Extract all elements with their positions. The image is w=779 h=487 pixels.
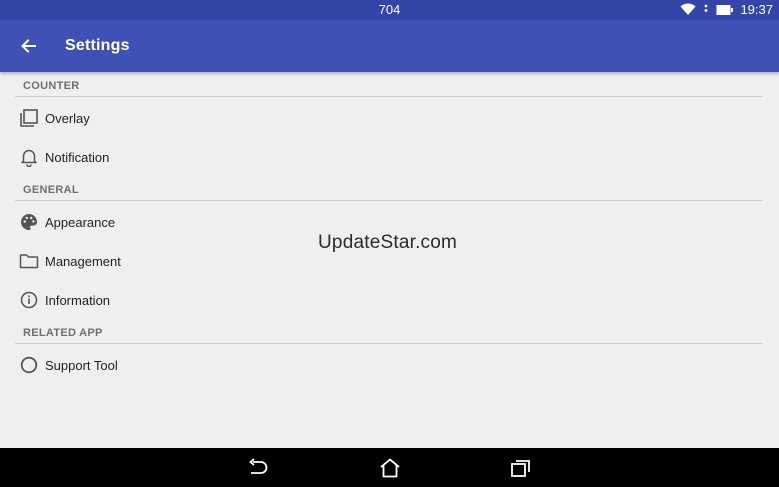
section-header-related-app: RELATED APP <box>23 327 103 339</box>
alarm-icon <box>702 3 710 16</box>
status-bar: 704 19:37 <box>0 0 779 20</box>
settings-list: COUNTER Overlay Notification GENERAL App… <box>0 72 779 448</box>
list-item-label: Information <box>45 292 111 308</box>
recents-icon <box>511 460 530 477</box>
wifi-icon <box>680 3 696 16</box>
status-icons: 19:37 <box>680 2 773 17</box>
divider <box>15 343 763 344</box>
list-item-information[interactable]: Information <box>16 281 764 319</box>
list-item-overlay[interactable]: Overlay <box>16 99 764 137</box>
section-header-general: GENERAL <box>23 184 79 196</box>
section-header-counter: COUNTER <box>23 80 80 92</box>
status-center-text: 704 <box>378 2 401 17</box>
list-item-label: Management <box>45 253 121 269</box>
divider <box>15 200 763 201</box>
status-time: 19:37 <box>740 2 773 17</box>
app-bar: Settings <box>0 20 779 72</box>
folder-icon <box>16 249 42 273</box>
nav-recents-button[interactable] <box>508 455 534 481</box>
nav-home-button[interactable] <box>377 455 403 481</box>
list-item-label: Overlay <box>45 110 90 126</box>
list-item-support-tool[interactable]: Support Tool <box>16 346 764 384</box>
battery-icon <box>716 4 734 16</box>
page-title: Settings <box>65 37 130 54</box>
navigation-bar <box>0 448 779 487</box>
info-icon <box>16 288 42 312</box>
list-item-label: Appearance <box>45 214 116 230</box>
list-item-label: Notification <box>45 149 110 165</box>
list-item-notification[interactable]: Notification <box>16 138 764 176</box>
overlay-icon <box>16 106 42 130</box>
back-button[interactable] <box>16 34 40 58</box>
palette-icon <box>16 210 42 234</box>
list-item-label: Support Tool <box>45 357 118 373</box>
circle-icon <box>16 353 42 377</box>
home-icon <box>380 458 400 478</box>
back-nav-icon <box>249 458 268 474</box>
divider <box>15 96 763 97</box>
watermark-text: UpdateStar.com <box>318 232 458 253</box>
back-arrow-icon <box>21 39 36 53</box>
nav-back-button[interactable] <box>245 455 271 481</box>
bell-icon <box>16 145 42 169</box>
